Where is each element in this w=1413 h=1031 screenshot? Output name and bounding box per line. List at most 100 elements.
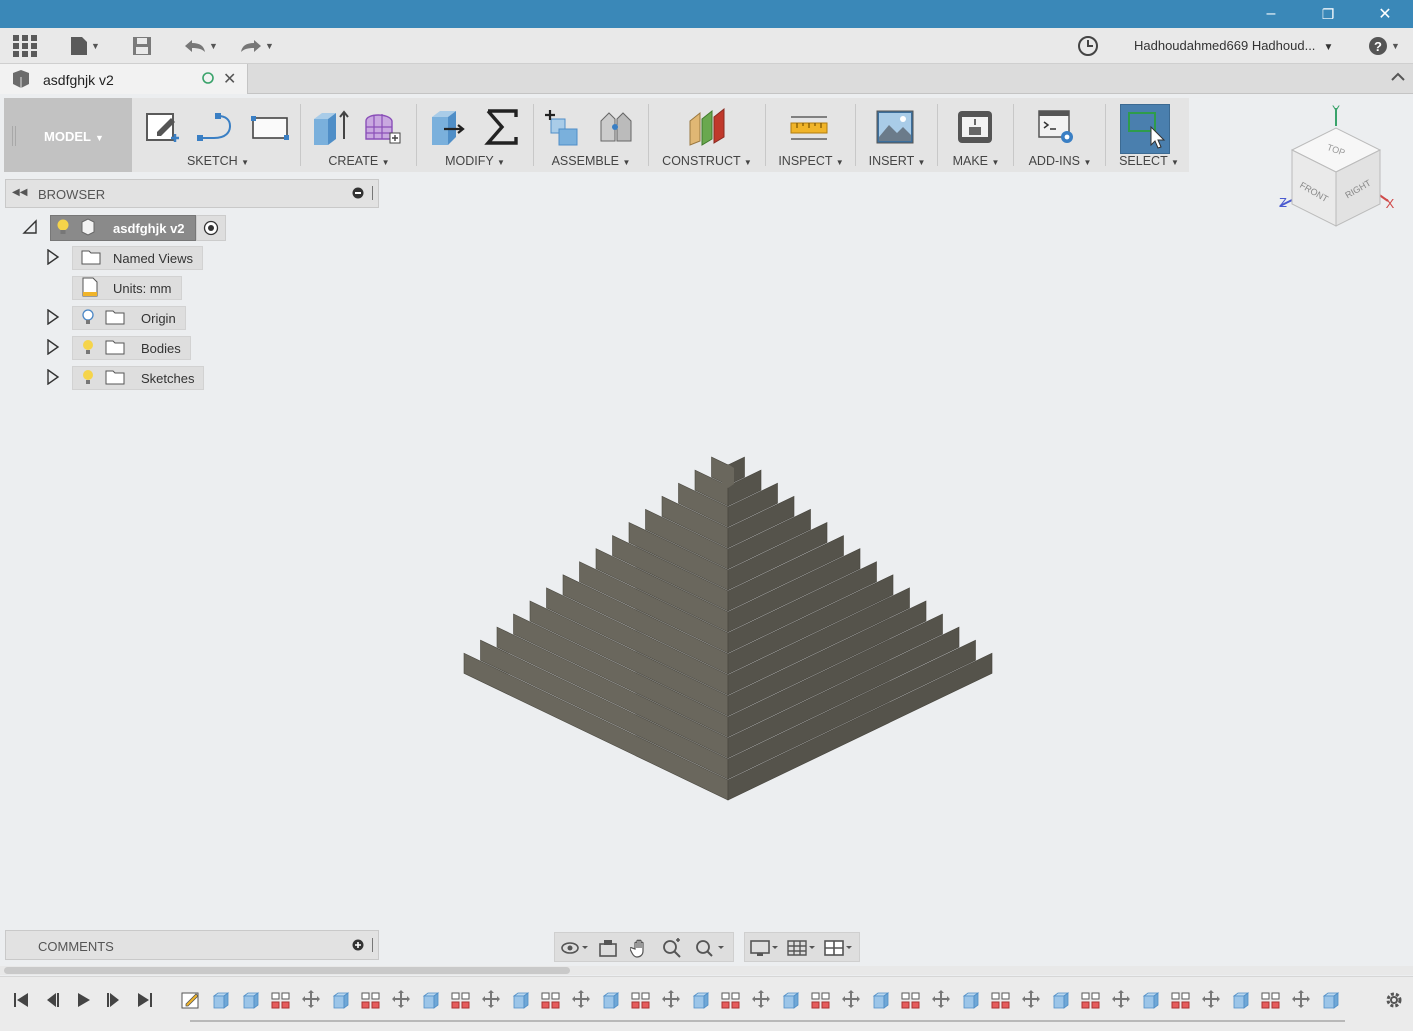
timeline-pattern-icon[interactable] [899,989,923,1011]
lightbulb-icon[interactable] [55,218,71,239]
tree-item-bodies[interactable]: Bodies [46,336,191,360]
tree-item-sketches[interactable]: Sketches [46,366,205,390]
timeline-move-icon[interactable] [479,989,503,1011]
display-settings-icon[interactable] [747,938,783,958]
press-pull-icon[interactable] [426,106,466,148]
expanded-triangle-icon[interactable] [22,218,42,238]
sketch-group[interactable]: SKETCH ▼ [138,98,298,172]
expand-triangle-icon[interactable] [46,308,72,328]
play-icon[interactable] [70,989,96,1011]
timeline-extrude-icon[interactable] [1139,989,1163,1011]
timeline-extrude-icon[interactable] [329,989,353,1011]
modify-group[interactable]: MODIFY ▼ [420,98,530,172]
redo-icon[interactable]: ▼ [236,34,278,58]
timeline-move-icon[interactable] [749,989,773,1011]
tree-root-row[interactable]: asdfghjk v2 [22,215,226,241]
lightbulb-icon[interactable] [81,368,95,389]
timeline-move-icon[interactable] [839,989,863,1011]
file-icon[interactable]: ▼ [66,34,104,58]
user-account-menu[interactable]: Hadhoudahmed669 Hadhoud... ▼ [1134,38,1333,53]
insert-image-icon[interactable] [875,106,915,148]
timeline-pattern-icon[interactable] [449,989,473,1011]
timeline-move-icon[interactable] [659,989,683,1011]
save-icon[interactable] [130,34,154,58]
timeline-move-icon[interactable] [1289,989,1313,1011]
add-ins-group[interactable]: ADD-INS ▼ [1017,98,1103,172]
timeline-extrude-icon[interactable] [1319,989,1343,1011]
tree-item-named-views[interactable]: Named Views [46,246,203,270]
timeline-pattern-icon[interactable] [1259,989,1283,1011]
timeline-pattern-icon[interactable] [809,989,833,1011]
create-group[interactable]: CREATE ▼ [304,98,414,172]
construct-group[interactable]: CONSTRUCT ▼ [652,98,762,172]
timeline-move-icon[interactable] [1199,989,1223,1011]
collapse-browser-icon[interactable]: ◀◀ [12,187,27,198]
form-icon[interactable] [362,106,402,148]
assemble-group[interactable]: ASSEMBLE ▼ [537,98,645,172]
lightbulb-icon[interactable] [81,338,95,359]
document-tab[interactable]: asdfghjk v2 ✕ [0,64,248,94]
timeline-extrude-icon[interactable] [599,989,623,1011]
timeline-pattern-icon[interactable] [269,989,293,1011]
timeline-extrude-icon[interactable] [239,989,263,1011]
pan-hand-icon[interactable] [627,938,653,958]
timeline-extrude-icon[interactable] [869,989,893,1011]
extrude-icon[interactable] [310,106,350,148]
timeline-move-icon[interactable] [389,989,413,1011]
joint-icon[interactable] [595,106,635,148]
timeline-pattern-icon[interactable] [359,989,383,1011]
minimize-button[interactable]: – [1248,0,1294,28]
timeline-move-icon[interactable] [1019,989,1043,1011]
grid-menu-icon[interactable] [12,34,38,58]
root-component-chip[interactable]: asdfghjk v2 [50,215,196,241]
timeline-sketch-icon[interactable] [179,989,203,1011]
viewports-icon[interactable] [821,938,857,958]
browser-minus-icon[interactable] [352,187,364,202]
arc-icon[interactable] [196,106,236,148]
timeline-pattern-icon[interactable] [1169,989,1193,1011]
expand-triangle-icon[interactable] [46,368,72,388]
timeline-extrude-icon[interactable] [689,989,713,1011]
timeline-pattern-icon[interactable] [1079,989,1103,1011]
make-group[interactable]: MAKE ▼ [941,98,1011,172]
timeline-track[interactable] [190,1020,1345,1022]
create-sketch-icon[interactable] [142,106,182,148]
timeline-extrude-icon[interactable] [509,989,533,1011]
lightbulb-off-icon[interactable] [81,308,95,329]
step-forward-icon[interactable] [100,989,126,1011]
timeline-move-icon[interactable] [929,989,953,1011]
timeline-extrude-icon[interactable] [419,989,443,1011]
select-group[interactable]: SELECT ▼ [1109,98,1189,172]
timeline-extrude-icon[interactable] [1229,989,1253,1011]
timeline-move-icon[interactable] [299,989,323,1011]
expand-triangle-icon[interactable] [46,338,72,358]
timeline-extrude-icon[interactable] [779,989,803,1011]
timeline-move-icon[interactable] [569,989,593,1011]
history-clock-icon[interactable] [1076,34,1100,58]
measure-icon[interactable] [789,106,829,148]
orbit-icon[interactable] [557,938,593,958]
restore-button[interactable]: ❐ [1305,0,1351,28]
timeline-pattern-icon[interactable] [719,989,743,1011]
expand-triangle-icon[interactable] [46,248,72,268]
workspace-switcher-button[interactable]: MODEL ▼ [4,98,132,172]
3d-print-icon[interactable] [955,106,995,148]
timeline-pattern-icon[interactable] [989,989,1013,1011]
offset-plane-icon[interactable] [686,106,726,148]
look-at-icon[interactable] [595,938,621,958]
add-comment-icon[interactable] [352,939,364,954]
browser-panel-header[interactable]: ◀◀ BROWSER [5,179,379,208]
select-tool-icon[interactable] [1120,104,1170,154]
grid-settings-icon[interactable] [785,938,819,958]
zoom-icon[interactable] [659,938,685,958]
timeline-settings-gear-icon[interactable] [1381,989,1407,1011]
insert-group[interactable]: INSERT ▼ [859,98,935,172]
rectangle-icon[interactable] [250,106,290,148]
timeline-extrude-icon[interactable] [209,989,233,1011]
collapse-ribbon-icon[interactable] [1390,70,1406,85]
timeline-pattern-icon[interactable] [629,989,653,1011]
activate-component-icon[interactable] [195,215,226,241]
horizontal-scrollbar-thumb[interactable] [4,967,570,974]
panel-pin-handle[interactable] [372,186,374,200]
panel-pin-handle[interactable] [372,938,374,952]
